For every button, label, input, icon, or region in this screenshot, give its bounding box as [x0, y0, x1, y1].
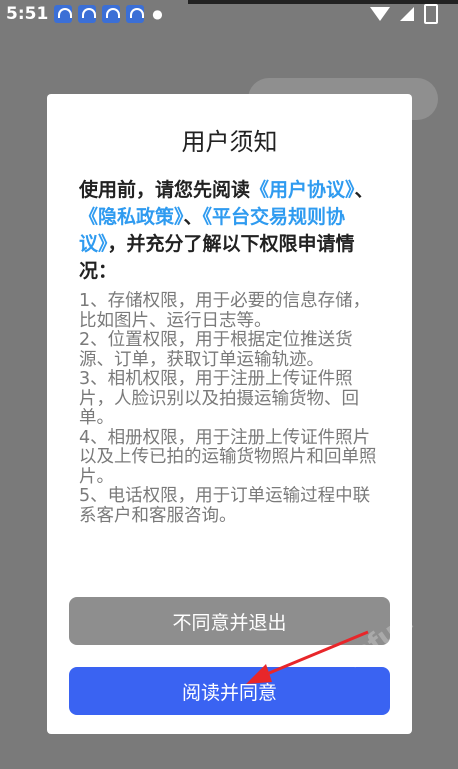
intro-tail: ，并充分了解以下权限申请情况： [79, 233, 355, 282]
intro-lead: 使用前，请您先阅读 [79, 179, 251, 201]
permission-list: 1、存储权限，用于必要的信息存储，比如图片、运行日志等。 2、位置权限，用于根据… [79, 291, 379, 526]
more-notifications-dot-icon: ● [152, 7, 163, 21]
read-and-agree-button[interactable]: 阅读并同意 [69, 667, 390, 715]
app-notification-icon [102, 5, 121, 23]
permission-item-storage: 1、存储权限，用于必要的信息存储，比如图片、运行日志等。 [79, 291, 371, 331]
status-bar: 5:51 ● [0, 0, 458, 28]
app-notification-icon [78, 5, 97, 23]
signal-icon [400, 7, 414, 21]
permission-item-phone: 5、电话权限，用于订单运输过程中联系客户和客服咨询。 [79, 486, 371, 526]
dialog-intro: 使用前，请您先阅读《用户协议》、《隐私政策》、《平台交易规则协议》，并充分了解以… [79, 177, 379, 285]
wifi-icon [370, 7, 390, 21]
permission-item-camera: 3、相机权限，用于注册上传证件照片，人脸识别以及拍摄运输货物、回单。 [79, 369, 359, 428]
status-indicators [370, 4, 438, 24]
dialog-title: 用户须知 [181, 128, 278, 156]
screen-top-bar [188, 0, 458, 4]
intro-separator: 、 [183, 206, 203, 228]
app-notification-icon [54, 5, 73, 23]
disagree-exit-button[interactable]: 不同意并退出 [69, 597, 390, 645]
permission-item-location: 2、位置权限，用于根据定位推送货源、订单，获取订单运输轨迹。 [79, 330, 353, 370]
privacy-policy-link[interactable]: 《隐私政策》 [79, 206, 184, 228]
permission-item-album: 4、相册权限，用于注册上传证件照片以及上传已拍的运输货物照片和回单照片。 [79, 427, 377, 487]
app-notification-icon [126, 5, 145, 23]
intro-separator: 、 [354, 179, 374, 201]
status-time: 5:51 [6, 4, 49, 24]
user-agreement-link[interactable]: 《用户协议》 [250, 179, 355, 201]
battery-icon [424, 4, 438, 24]
